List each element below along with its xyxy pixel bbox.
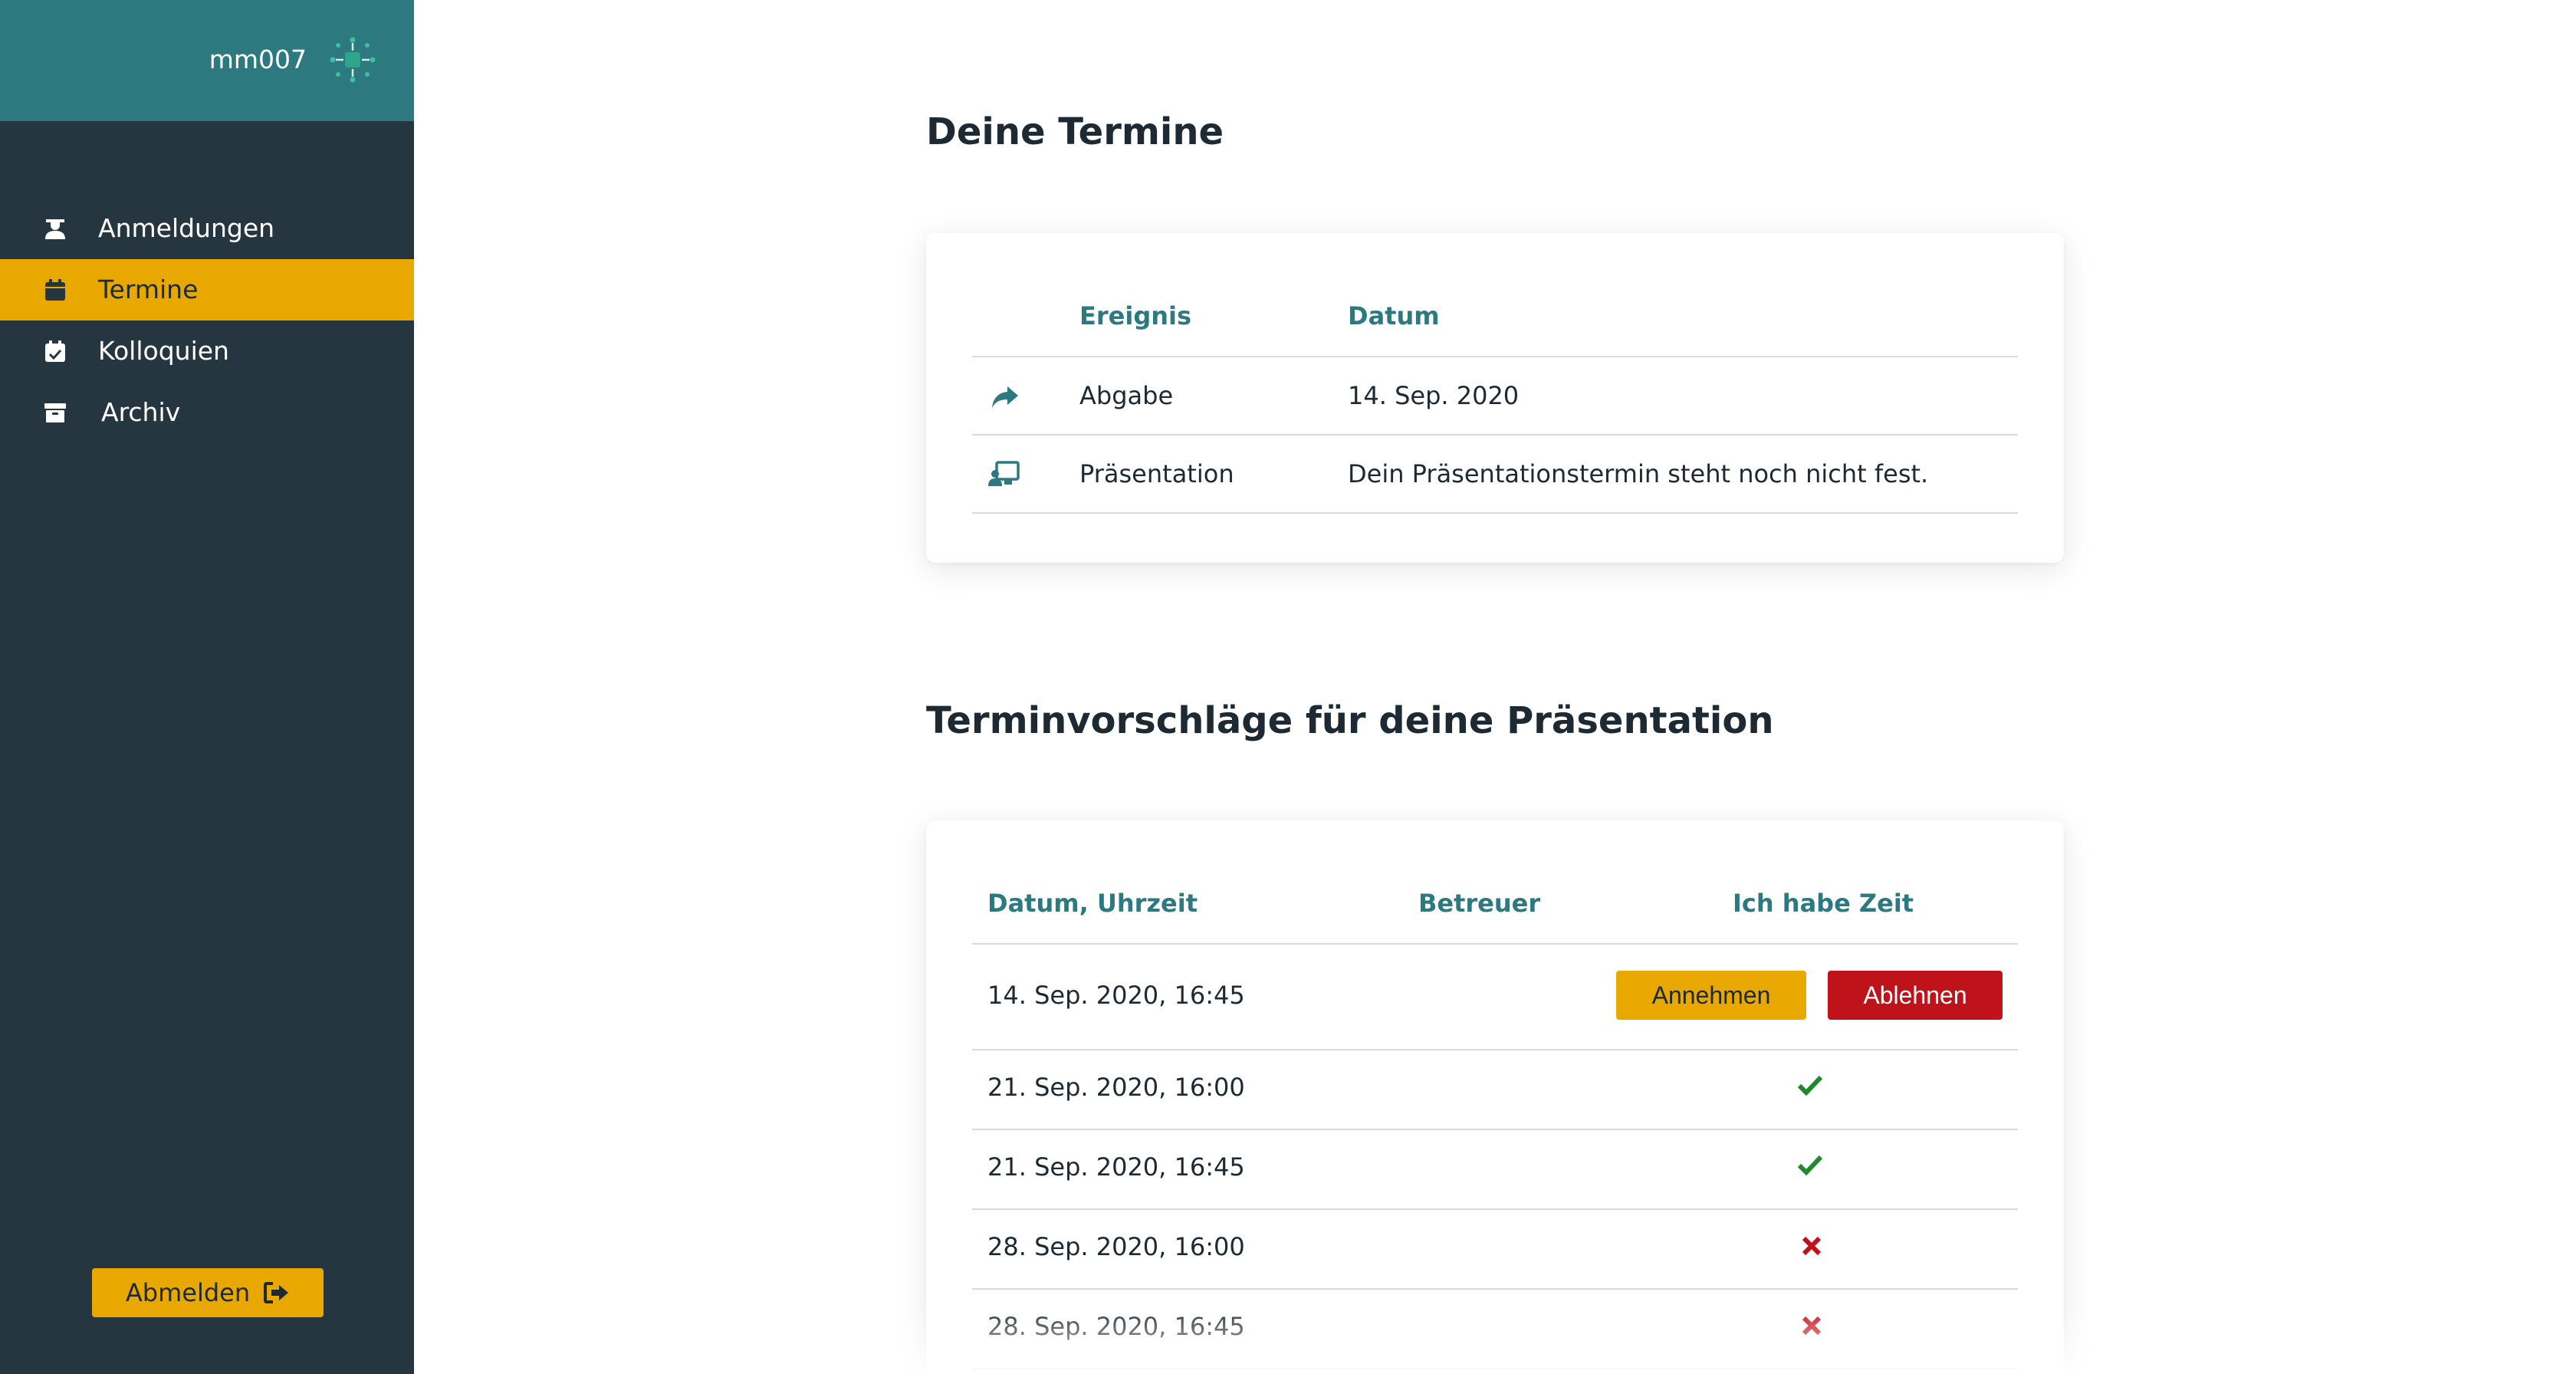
cross-icon bbox=[1802, 1316, 1822, 1336]
page-title: Deine Termine bbox=[926, 110, 1224, 153]
divider bbox=[972, 1368, 2018, 1369]
proposal-datetime: 28. Sep. 2020, 16:00 bbox=[987, 1232, 1245, 1261]
divider bbox=[972, 512, 2018, 514]
proposal-datetime: 21. Sep. 2020, 16:45 bbox=[987, 1152, 1245, 1182]
check-icon bbox=[1797, 1155, 1823, 1176]
accept-button[interactable]: Annehmen bbox=[1616, 971, 1806, 1020]
presentation-icon bbox=[988, 461, 1020, 486]
check-icon bbox=[1797, 1075, 1823, 1096]
column-header-event: Ereignis bbox=[1079, 301, 1192, 330]
proposal-datetime: 14. Sep. 2020, 16:45 bbox=[987, 981, 1245, 1010]
divider bbox=[972, 434, 2018, 436]
sidebar-item-termine[interactable]: Termine bbox=[0, 259, 414, 320]
divider bbox=[972, 943, 2018, 945]
sign-out-icon bbox=[264, 1282, 289, 1303]
section-title: Terminvorschläge für deine Präsentation bbox=[926, 699, 1774, 742]
decline-button[interactable]: Ablehnen bbox=[1828, 971, 2003, 1020]
event-date: 14. Sep. 2020 bbox=[1348, 381, 1520, 410]
column-header-datetime: Datum, Uhrzeit bbox=[987, 889, 1198, 918]
proposals-card: Datum, Uhrzeit Betreuer Ich habe Zeit 14… bbox=[926, 820, 2064, 1374]
share-arrow-icon bbox=[992, 386, 1018, 408]
divider bbox=[972, 1208, 2018, 1210]
appointments-card: Ereignis Datum Abgabe 14. Sep. 2020 Präs… bbox=[926, 233, 2064, 563]
event-name: Präsentation bbox=[1079, 459, 1234, 488]
divider bbox=[972, 356, 2018, 357]
divider bbox=[972, 1288, 2018, 1290]
sidebar-item-label: Anmeldungen bbox=[98, 213, 275, 243]
sidebar-nav: Anmeldungen Termine Kolloquien Archiv bbox=[0, 198, 414, 443]
username: mm007 bbox=[209, 44, 307, 74]
sidebar-item-anmeldungen[interactable]: Anmeldungen bbox=[0, 198, 414, 259]
sidebar: mm007 Anmeldungen Termine Kolloquien Arc… bbox=[0, 0, 414, 1374]
proposal-datetime: 21. Sep. 2020, 16:00 bbox=[987, 1073, 1245, 1102]
divider bbox=[972, 1049, 2018, 1050]
sidebar-item-archiv[interactable]: Archiv bbox=[0, 382, 414, 443]
cross-icon bbox=[1802, 1236, 1822, 1256]
sidebar-item-label: Kolloquien bbox=[98, 336, 229, 366]
column-header-date: Datum bbox=[1348, 301, 1440, 330]
sidebar-item-label: Termine bbox=[98, 274, 199, 304]
column-header-available: Ich habe Zeit bbox=[1733, 889, 1914, 918]
calendar-icon bbox=[45, 279, 65, 301]
sidebar-item-kolloquien[interactable]: Kolloquien bbox=[0, 320, 414, 382]
logout-label: Abmelden bbox=[125, 1278, 251, 1307]
user-graduate-icon bbox=[45, 219, 65, 239]
event-date: Dein Präsentationstermin steht noch nich… bbox=[1348, 459, 1929, 488]
logout-button[interactable]: Abmelden bbox=[92, 1268, 324, 1317]
spinner-network-icon bbox=[330, 37, 376, 83]
sidebar-header: mm007 bbox=[0, 0, 414, 121]
column-header-supervisor: Betreuer bbox=[1418, 889, 1541, 918]
proposal-datetime: 28. Sep. 2020, 16:45 bbox=[987, 1312, 1245, 1341]
archive-box-icon bbox=[44, 403, 66, 422]
calendar-check-icon bbox=[45, 340, 65, 362]
divider bbox=[972, 1129, 2018, 1130]
event-name: Abgabe bbox=[1079, 381, 1174, 410]
sidebar-item-label: Archiv bbox=[101, 397, 181, 427]
